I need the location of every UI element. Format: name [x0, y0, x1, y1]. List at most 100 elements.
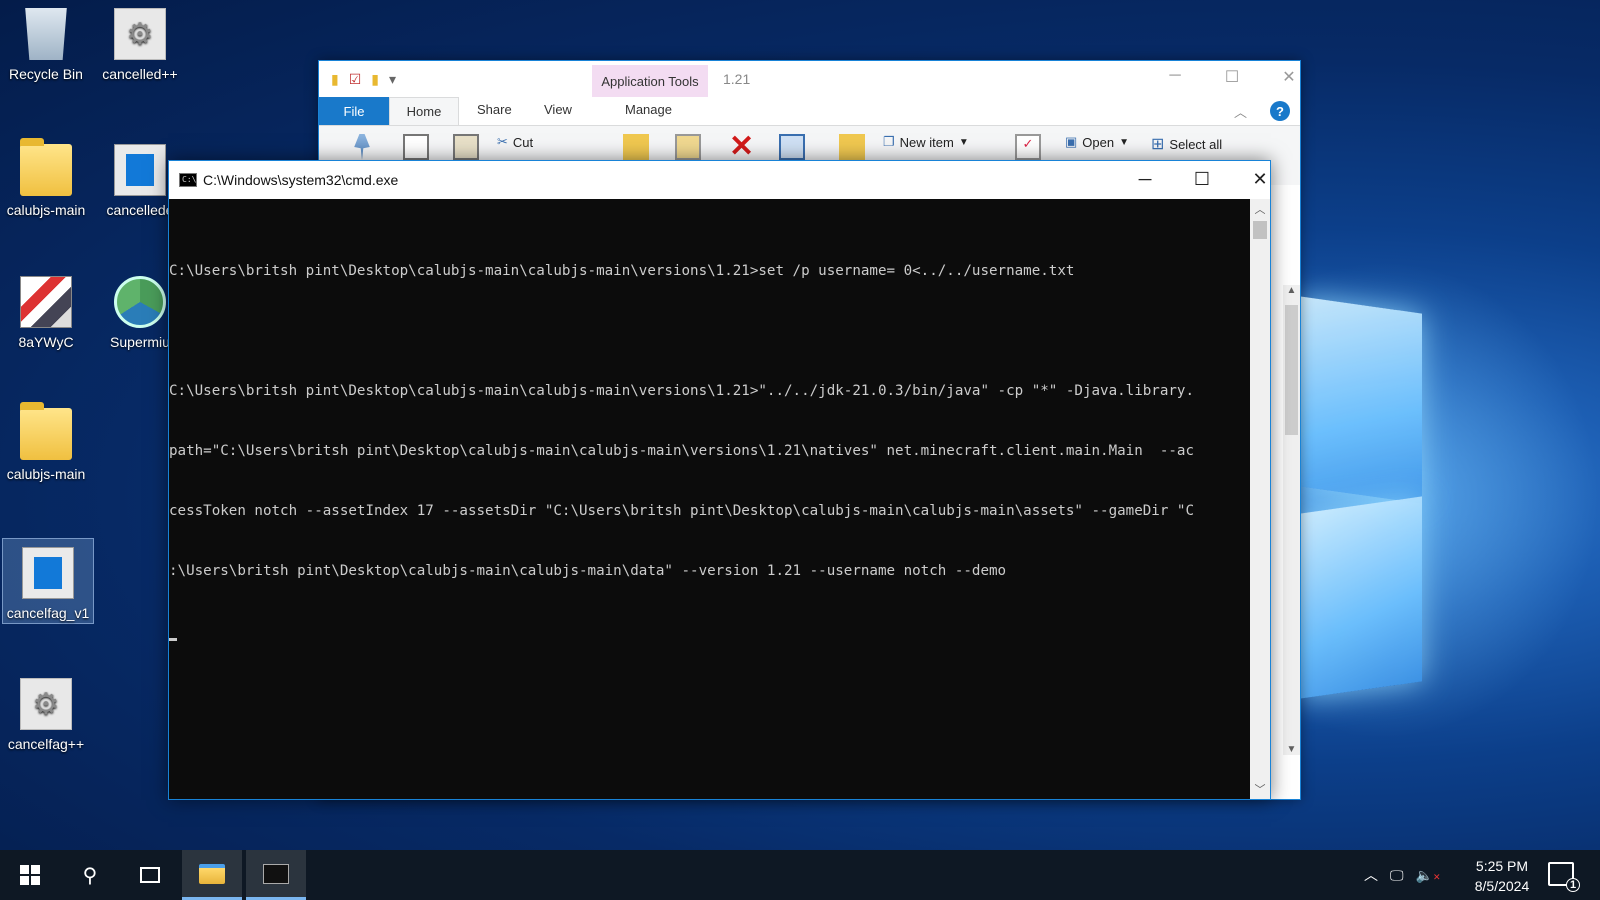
scroll-up-icon[interactable]: ▲	[1283, 285, 1300, 296]
task-view-button[interactable]	[120, 850, 180, 900]
maximize-icon[interactable]: ☐	[1212, 67, 1252, 87]
clock-date: 8/5/2024	[1474, 878, 1530, 894]
open-icon: ▣	[1065, 134, 1078, 149]
explorer-scrollbar[interactable]: ▲ ▼	[1283, 285, 1300, 755]
desktop-icon-label: 8aYWyC	[18, 334, 74, 350]
desktop-icon-label: calubjs-main	[6, 202, 86, 218]
application-tools-context-tab: Application Tools	[592, 65, 708, 97]
minimize-icon[interactable]: ─	[1125, 169, 1165, 190]
console-line: path="C:\Users\britsh pint\Desktop\calub…	[169, 443, 1194, 459]
action-center-icon[interactable]: 1	[1548, 862, 1580, 892]
close-icon[interactable]: ✕	[1269, 67, 1309, 87]
cmd-scrollbar[interactable]: ︿ ﹀	[1250, 199, 1270, 799]
gears-app-icon: ⚙	[20, 678, 72, 730]
desktop-icon-calubjs-main-folder[interactable]: calubjs-main	[0, 136, 92, 218]
volume-muted-icon[interactable]: 🔈✕	[1416, 867, 1441, 884]
taskbar-file-explorer[interactable]	[182, 850, 242, 900]
windows-logo-upper-pane	[1300, 296, 1422, 504]
scroll-up-icon[interactable]: ︿	[1250, 201, 1270, 217]
customize-dropdown-icon[interactable]: ▾	[389, 71, 396, 88]
rename-icon[interactable]	[779, 134, 805, 160]
network-icon[interactable]: 🖵	[1390, 867, 1404, 884]
tab-file[interactable]: File	[319, 97, 389, 125]
windows-start-icon	[20, 865, 40, 885]
search-button[interactable]: ⚲	[60, 850, 120, 900]
text-cursor	[169, 638, 177, 641]
desktop-icon-label: cancelfag++	[7, 736, 85, 752]
open-label: Open	[1082, 134, 1115, 150]
tab-view[interactable]: View	[544, 102, 572, 117]
chevron-up-icon[interactable]: ︿	[1364, 865, 1378, 885]
system-tray: ︿ 🖵 🔈✕	[1364, 850, 1440, 900]
desktop-icon-label: Recycle Bin	[9, 66, 83, 82]
new-folder-ribbon-icon[interactable]	[839, 134, 865, 160]
properties-icon[interactable]: ☑	[349, 71, 362, 88]
collapse-ribbon-icon[interactable]: ︿	[1234, 102, 1247, 121]
taskbar: ⚲ ︿ 🖵 🔈✕ 5:25 PM 8/5/2024 1	[0, 850, 1600, 900]
open-button[interactable]: ▣ Open ▼	[1065, 134, 1129, 150]
console-line: C:\Users\britsh pint\Desktop\calubjs-mai…	[169, 383, 1194, 399]
move-to-icon[interactable]	[623, 134, 649, 160]
desktop-icon-cancelled-plus[interactable]: ⚙ cancelled++	[94, 0, 186, 82]
explorer-window-title: 1.21	[723, 71, 751, 87]
desktop-icon-recycle-bin[interactable]: Recycle Bin	[0, 0, 92, 82]
cmd-scroll-thumb[interactable]	[1253, 221, 1267, 239]
desktop-icon-cancelfag-plus[interactable]: ⚙ cancelfag++	[0, 670, 92, 752]
clock[interactable]: 5:25 PM 8/5/2024	[1462, 856, 1542, 896]
copy-to-icon[interactable]	[675, 134, 701, 160]
taskbar-cmd[interactable]	[246, 850, 306, 900]
quick-access-toolbar: ▮ ☑ ▮ ▾	[331, 71, 396, 88]
minimize-icon[interactable]: ─	[1155, 67, 1195, 85]
window-app-icon	[22, 547, 74, 599]
delete-icon[interactable]: ✕	[729, 132, 754, 162]
cmd-title-bar[interactable]: C:\ C:\Windows\system32\cmd.exe ─ ☐ ✕	[169, 161, 1270, 199]
windows-logo-lower-pane	[1300, 496, 1422, 699]
new-item-button[interactable]: ❐ New item ▼	[883, 134, 969, 150]
tab-share[interactable]: Share	[477, 102, 512, 117]
copy-icon[interactable]	[403, 134, 429, 160]
folder-icon: ▮	[331, 71, 339, 87]
explorer-title-bar[interactable]: ▮ ☑ ▮ ▾ Application Tools 1.21 ─ ☐ ✕	[319, 61, 1300, 97]
chevron-down-icon: ▼	[958, 136, 969, 148]
select-all-button[interactable]: ⊞ Select all	[1151, 134, 1222, 154]
shortcut-app-icon	[114, 276, 166, 328]
notification-count-badge: 1	[1566, 878, 1580, 892]
scroll-down-icon[interactable]: ﹀	[1250, 781, 1270, 797]
console-output[interactable]: C:\Users\britsh pint\Desktop\calubjs-mai…	[169, 199, 1250, 799]
properties-ribbon-icon[interactable]: ✓	[1015, 134, 1041, 160]
scissors-icon: ✂	[497, 134, 508, 149]
desktop-icon-label: calubjs-main	[6, 466, 86, 482]
close-icon[interactable]: ✕	[1240, 169, 1280, 190]
tab-manage[interactable]: Manage	[625, 102, 672, 117]
cmd-window[interactable]: C:\ C:\Windows\system32\cmd.exe ─ ☐ ✕ C:…	[168, 160, 1271, 800]
scroll-down-icon[interactable]: ▼	[1283, 744, 1300, 755]
clock-time: 5:25 PM	[1475, 858, 1529, 874]
cut-button[interactable]: ✂ Cut	[497, 134, 533, 150]
help-icon[interactable]: ?	[1270, 101, 1290, 121]
desktop-icon-label: cancelled++	[102, 66, 178, 82]
gears-app-icon: ⚙	[114, 8, 166, 60]
console-line: cessToken notch --assetIndex 17 --assets…	[169, 503, 1194, 519]
cut-label: Cut	[512, 134, 534, 150]
folder-icon	[20, 138, 72, 196]
new-folder-icon[interactable]: ▮	[371, 71, 379, 88]
pin-icon[interactable]	[349, 134, 375, 160]
cmd-window-title: C:\Windows\system32\cmd.exe	[203, 172, 399, 188]
desktop-icon-8aywyc[interactable]: 8aYWyC	[0, 268, 92, 350]
desktop-icon-calubjs-main-zip[interactable]: calubjs-main	[0, 400, 92, 482]
start-button[interactable]	[0, 850, 60, 900]
new-item-label: New item	[899, 134, 954, 150]
paste-icon[interactable]	[453, 134, 479, 160]
desktop-icon-label: cancelfag_v1	[6, 605, 90, 621]
new-item-icon: ❐	[883, 134, 895, 149]
chevron-down-icon: ▼	[1119, 136, 1130, 148]
zip-folder-icon	[20, 402, 72, 460]
explorer-scroll-thumb[interactable]	[1285, 305, 1298, 435]
desktop-icon-cancelfag-v1[interactable]: cancelfag_v1	[2, 538, 94, 624]
cmd-app-icon	[263, 863, 289, 884]
maximize-icon[interactable]: ☐	[1182, 169, 1222, 190]
tab-home[interactable]: Home	[389, 97, 459, 125]
select-all-icon: ⊞	[1151, 136, 1165, 153]
console-cursor-line	[169, 621, 1250, 641]
